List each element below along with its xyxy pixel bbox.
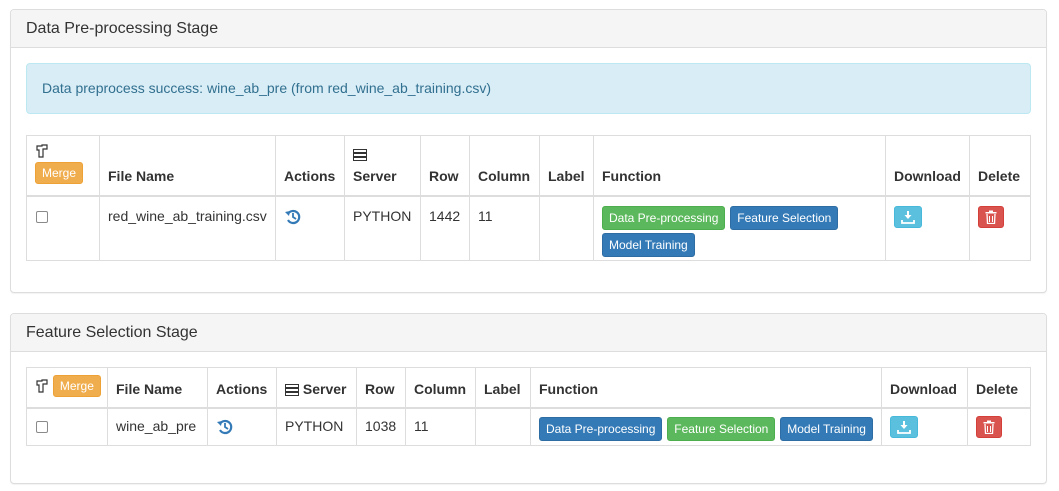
row-cell: 1442 [420,195,470,261]
function-header: Function [530,367,882,409]
delete-header: Delete [969,135,1031,197]
download-cell [885,195,970,261]
file-name-cell: wine_ab_pre [107,407,208,446]
table-header-row: Merge File Name Actions Server Row Colum… [26,367,1031,409]
hand-pointer-icon [36,379,48,393]
panel-title: Feature Selection Stage [11,314,1046,352]
actions-cell [275,195,345,261]
feature-selection-panel: Feature Selection Stage Merge File Name … [10,313,1047,484]
row-checkbox[interactable] [36,210,48,223]
row-header: Row [420,135,470,197]
server-header-label: Server [353,167,397,184]
file-name-cell: red_wine_ab_training.csv [99,195,276,261]
feature-selection-table: Merge File Name Actions Server Row Colum… [26,367,1031,446]
server-header: Server [344,135,421,197]
row-checkbox[interactable] [36,420,48,433]
actions-header: Actions [275,135,345,197]
model-training-button[interactable]: Model Training [780,416,873,441]
server-icon [353,148,367,161]
feature-selection-button[interactable]: Feature Selection [667,416,776,441]
column-header: Column [469,135,540,197]
label-cell [475,407,531,446]
delete-cell [969,195,1031,261]
select-header: Merge [26,135,100,197]
function-cell: Data Pre-processing Feature Selection Mo… [593,195,886,261]
model-training-button[interactable]: Model Training [602,232,695,257]
success-alert: Data preprocess success: wine_ab_pre (fr… [26,63,1031,114]
column-cell: 11 [469,195,540,261]
select-header: Merge [26,367,108,409]
trash-icon [983,420,995,434]
table-row: wine_ab_pre PYTHON 1038 11 Data Pre-proc… [26,407,1031,446]
actions-header: Actions [207,367,277,409]
download-cell [881,407,968,446]
download-header: Download [885,135,970,197]
table-header-row: Merge File Name Actions Server Row Colum… [26,135,1031,197]
label-header: Label [539,135,594,197]
download-button[interactable] [890,415,918,438]
panel-title: Data Pre-processing Stage [11,10,1046,48]
trash-icon [985,210,997,224]
delete-cell [967,407,1031,446]
delete-button[interactable] [976,415,1002,438]
label-cell [539,195,594,261]
actions-cell [207,407,277,446]
delete-button[interactable] [978,205,1004,228]
data-preprocessing-button[interactable]: Data Pre-processing [602,205,726,230]
file-name-header: File Name [99,135,276,197]
merge-button[interactable]: Merge [52,374,101,397]
hand-pointer-icon [36,143,48,158]
function-header: Function [593,135,886,197]
download-icon [901,210,915,224]
server-icon [285,383,299,396]
data-preprocessing-panel: Data Pre-processing Stage Data preproces… [10,9,1047,293]
file-name-header: File Name [107,367,208,409]
select-cell [26,407,108,446]
table-row: red_wine_ab_training.csv PYTHON 1442 11 … [26,195,1031,261]
download-header: Download [881,367,968,409]
preprocessing-table: Merge File Name Actions Server Row Colum… [26,135,1031,261]
data-preprocessing-button[interactable]: Data Pre-processing [539,416,663,441]
label-header: Label [475,367,531,409]
download-icon [897,420,911,434]
server-cell: PYTHON [344,195,421,261]
reload-icon[interactable] [284,208,302,226]
row-cell: 1038 [356,407,406,446]
server-header-label: Server [302,380,347,397]
row-header: Row [356,367,406,409]
column-header: Column [405,367,476,409]
download-button[interactable] [894,205,922,228]
column-cell: 11 [405,407,476,446]
server-cell: PYTHON [276,407,357,446]
feature-selection-button[interactable]: Feature Selection [730,205,839,230]
server-header: Server [276,367,357,409]
reload-icon[interactable] [216,418,234,436]
function-cell: Data Pre-processing Feature Selection Mo… [530,407,882,446]
select-cell [26,195,100,261]
merge-button[interactable]: Merge [35,161,84,184]
delete-header: Delete [967,367,1031,409]
